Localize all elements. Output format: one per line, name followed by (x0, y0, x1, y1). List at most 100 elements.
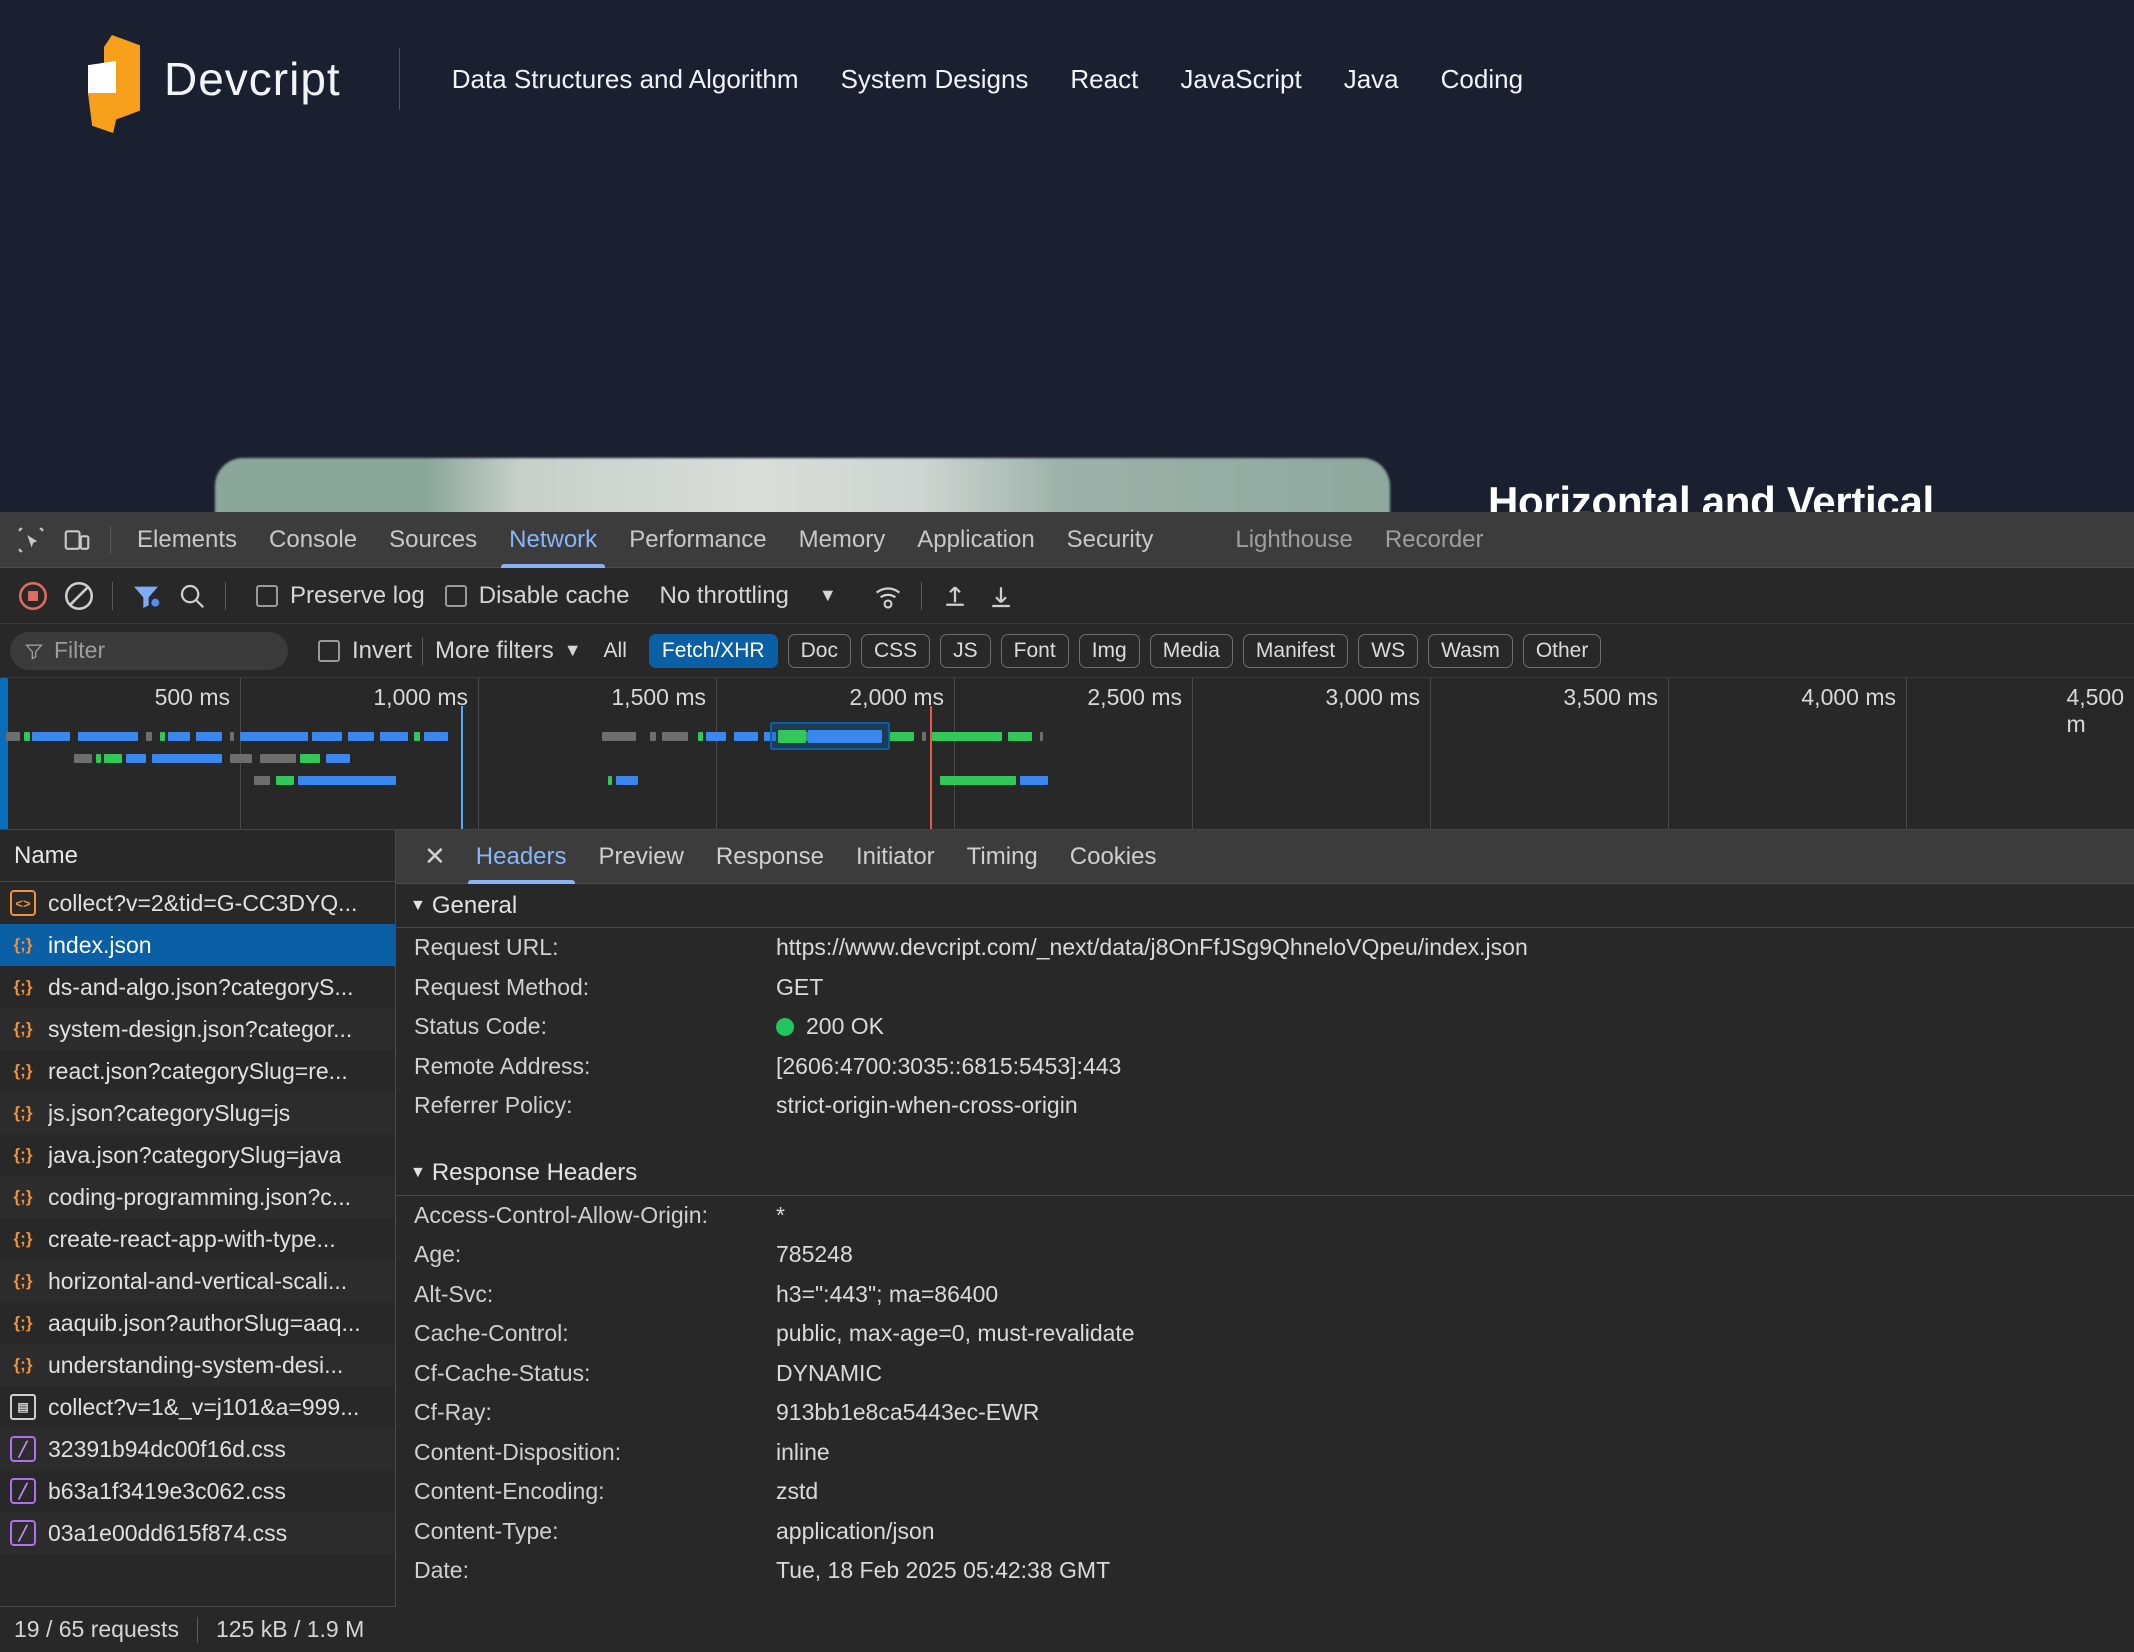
header-value: strict-origin-when-cross-origin (776, 1092, 1078, 1119)
table-row[interactable]: {;} understanding-system-desi... (0, 1344, 395, 1386)
table-row[interactable]: {;} ds-and-algo.json?categoryS... (0, 966, 395, 1008)
tab-elements[interactable]: Elements (121, 512, 253, 568)
device-toolbar-icon[interactable] (54, 520, 100, 560)
devtools-panel: Elements Console Sources Network Perform… (0, 512, 2134, 1618)
table-row[interactable]: ╱ b63a1f3419e3c062.css (0, 1470, 395, 1512)
throttling-select[interactable]: No throttling (659, 582, 788, 610)
nav-item-dsa[interactable]: Data Structures and Algorithm (446, 60, 805, 99)
request-list-header[interactable]: Name (0, 830, 395, 882)
filter-icon[interactable] (123, 576, 169, 616)
tab-memory[interactable]: Memory (783, 512, 902, 568)
header-value: GET (776, 974, 823, 1001)
detail-tab-timing[interactable]: Timing (951, 830, 1054, 884)
record-button[interactable] (10, 576, 56, 616)
detail-tab-preview[interactable]: Preview (583, 830, 700, 884)
chip-media[interactable]: Media (1150, 634, 1233, 668)
disable-cache-label: Disable cache (479, 582, 630, 610)
overview-selection-handle[interactable] (0, 678, 8, 830)
more-filters-label[interactable]: More filters (435, 637, 554, 665)
tab-recorder[interactable]: Recorder (1369, 512, 1500, 568)
chip-doc[interactable]: Doc (788, 634, 851, 668)
clear-button[interactable] (56, 576, 102, 616)
table-row[interactable]: <> collect?v=2&tid=G-CC3DYQ... (0, 882, 395, 924)
filter-funnel-icon (24, 641, 44, 661)
search-icon[interactable] (169, 576, 215, 616)
table-row[interactable]: {;} system-design.json?categor... (0, 1008, 395, 1050)
table-row[interactable]: {;} java.json?categorySlug=java (0, 1134, 395, 1176)
header-key: Request Method: (414, 974, 776, 1001)
tab-application[interactable]: Application (901, 512, 1050, 568)
table-row[interactable]: ╱ 03a1e00dd615f874.css (0, 1512, 395, 1554)
header-value: zstd (776, 1478, 818, 1505)
disable-cache-checkbox[interactable]: Disable cache (445, 582, 630, 610)
collapse-triangle-icon[interactable]: ▼ (410, 1164, 426, 1182)
invert-checkbox[interactable]: Invert (318, 637, 412, 665)
network-overview[interactable]: 500 ms 1,000 ms 1,500 ms 2,000 ms 2,500 … (0, 678, 2134, 830)
disable-cache-box[interactable] (445, 585, 467, 607)
import-har-icon[interactable] (932, 576, 978, 616)
chip-font[interactable]: Font (1001, 634, 1069, 668)
status-code-text: 200 OK (806, 1013, 884, 1039)
chip-other[interactable]: Other (1523, 634, 1602, 668)
table-row[interactable]: ╱ 32391b94dc00f16d.css (0, 1428, 395, 1470)
tab-sources[interactable]: Sources (373, 512, 493, 568)
chevron-down-icon[interactable]: ▼ (819, 585, 837, 606)
network-conditions-icon[interactable] (865, 576, 911, 616)
nav-item-java[interactable]: Java (1338, 60, 1405, 99)
header-row: Date: Tue, 18 Feb 2025 05:42:38 GMT (396, 1551, 2134, 1591)
header-row: Request Method: GET (396, 968, 2134, 1008)
general-section-header[interactable]: ▼ General (396, 884, 2134, 928)
table-row[interactable]: {;} horizontal-and-vertical-scali... (0, 1260, 395, 1302)
chip-css[interactable]: CSS (861, 634, 930, 668)
chip-all[interactable]: All (592, 635, 639, 667)
detail-tab-cookies[interactable]: Cookies (1054, 830, 1173, 884)
more-filters-chevron-icon[interactable]: ▼ (564, 640, 582, 661)
preserve-log-checkbox[interactable]: Preserve log (256, 582, 425, 610)
chip-img[interactable]: Img (1079, 634, 1140, 668)
table-row[interactable]: {;} js.json?categorySlug=js (0, 1092, 395, 1134)
nav-item-system-designs[interactable]: System Designs (835, 60, 1035, 99)
close-icon[interactable]: ✕ (410, 841, 460, 872)
preserve-log-box[interactable] (256, 585, 278, 607)
chip-ws[interactable]: WS (1358, 634, 1418, 668)
header-row: Content-Disposition: inline (396, 1433, 2134, 1473)
document-icon: ▤ (10, 1394, 36, 1420)
table-row[interactable]: {;} coding-programming.json?c... (0, 1176, 395, 1218)
table-row[interactable]: {;} react.json?categorySlug=re... (0, 1050, 395, 1092)
overview-tick-line (1668, 678, 1669, 829)
nav-item-javascript[interactable]: JavaScript (1174, 60, 1307, 99)
chip-manifest[interactable]: Manifest (1243, 634, 1348, 668)
preserve-log-label: Preserve log (290, 582, 425, 610)
export-har-icon[interactable] (978, 576, 1024, 616)
nav-item-coding[interactable]: Coding (1435, 60, 1529, 99)
table-row[interactable]: {;} aaquib.json?authorSlug=aaq... (0, 1302, 395, 1344)
overview-tick-label: 2,500 ms (1087, 684, 1192, 711)
nav-item-react[interactable]: React (1064, 60, 1144, 99)
collapse-triangle-icon[interactable]: ▼ (410, 897, 426, 915)
tab-console[interactable]: Console (253, 512, 373, 568)
chip-wasm[interactable]: Wasm (1428, 634, 1513, 668)
tab-performance[interactable]: Performance (613, 512, 782, 568)
request-name: create-react-app-with-type... (48, 1226, 336, 1253)
tab-lighthouse[interactable]: Lighthouse (1219, 512, 1368, 568)
chip-js[interactable]: JS (940, 634, 991, 668)
detail-tab-headers[interactable]: Headers (460, 830, 583, 884)
site-logo[interactable]: Devcript (88, 35, 341, 123)
tab-network[interactable]: Network (493, 512, 613, 568)
table-row[interactable]: {;} create-react-app-with-type... (0, 1218, 395, 1260)
table-row[interactable]: ▤ collect?v=1&_v=j101&a=999... (0, 1386, 395, 1428)
tab-security[interactable]: Security (1051, 512, 1170, 568)
header-value: 913bb1e8ca5443ec-EWR (776, 1399, 1039, 1426)
detail-tab-response[interactable]: Response (700, 830, 840, 884)
table-row[interactable]: {;} index.json (0, 924, 395, 966)
invert-box[interactable] (318, 640, 340, 662)
detail-tab-initiator[interactable]: Initiator (840, 830, 951, 884)
header-value: inline (776, 1439, 830, 1466)
logo-wordmark: Devcript (164, 52, 341, 106)
inspect-element-icon[interactable] (8, 520, 54, 560)
chip-fetch-xhr[interactable]: Fetch/XHR (649, 634, 778, 668)
filter-input[interactable]: Filter (10, 632, 288, 670)
response-headers-section-header[interactable]: ▼ Response Headers (396, 1152, 2134, 1196)
transfer-size: 125 kB / 1.9 M (216, 1616, 364, 1643)
toolbar-divider-2 (225, 582, 226, 610)
